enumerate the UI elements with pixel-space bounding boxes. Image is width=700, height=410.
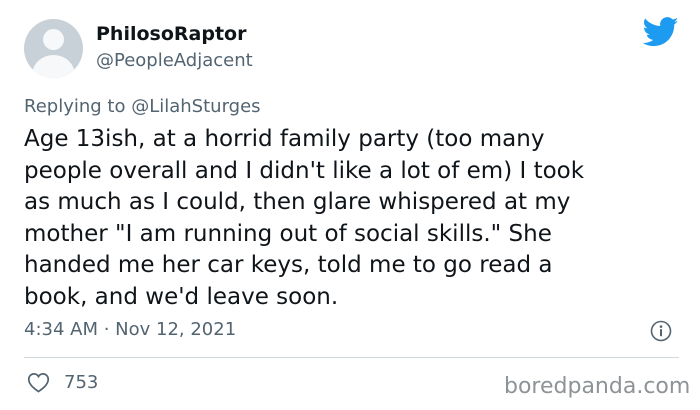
avatar[interactable]	[24, 19, 83, 78]
heart-icon[interactable]	[27, 372, 50, 393]
reply-mention-link[interactable]: @LilahSturges	[131, 96, 260, 117]
watermark: boredpanda.com	[504, 374, 691, 399]
divider	[24, 357, 679, 358]
tweet-text: Age 13ish, at a horrid family party (too…	[24, 126, 585, 310]
avatar-head-shape	[43, 29, 64, 50]
info-icon[interactable]	[650, 320, 672, 342]
replying-prefix: Replying to	[24, 96, 132, 117]
author-handle[interactable]: @PeopleAdjacent	[96, 50, 253, 71]
avatar-body-shape	[32, 55, 75, 78]
replying-to: Replying to @LilahSturges	[24, 96, 261, 117]
twitter-bird-icon	[643, 17, 679, 47]
like-count[interactable]: 753	[64, 372, 98, 393]
author-display-name[interactable]: PhilosoRaptor	[96, 23, 246, 45]
tweet-timestamp[interactable]: 4:34 AM · Nov 12, 2021	[24, 319, 236, 340]
